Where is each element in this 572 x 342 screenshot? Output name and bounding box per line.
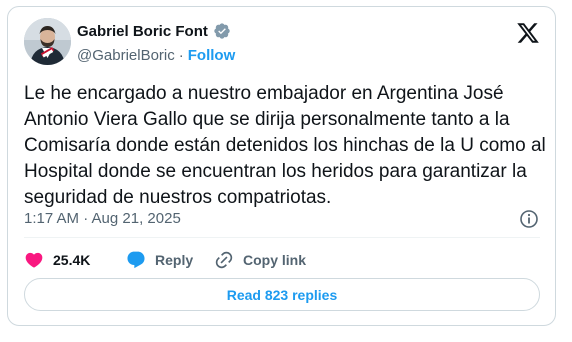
author-name-row: Gabriel Boric Font [77,22,231,40]
info-icon[interactable] [519,209,539,229]
read-replies-button[interactable]: Read 823 replies [24,278,540,311]
reply-button[interactable]: Reply [126,248,193,272]
author-name[interactable]: Gabriel Boric Font [77,23,208,40]
author-handle-row: @GabrielBoric · Follow [77,47,235,64]
follow-link[interactable]: Follow [188,47,236,64]
author-handle[interactable]: @GabrielBoric [77,47,175,64]
avatar[interactable] [24,18,71,65]
embedded-post-card: Gabriel Boric Font @GabrielBoric · Follow … [7,6,556,326]
post-timestamp[interactable]: 1:17 AM · Aug 21, 2025 [24,210,181,227]
link-icon [215,251,233,269]
divider [24,237,540,238]
verified-badge-icon [213,22,231,40]
post-text: Le he encargado a nuestro embajador en A… [24,83,546,208]
like-button[interactable]: 25.4K [24,248,90,272]
avatar-portrait-icon [24,18,71,65]
chat-bubble-icon [127,251,145,269]
copy-link-label: Copy link [243,252,307,268]
like-count: 25.4K [53,252,91,268]
reply-label: Reply [155,252,194,268]
copy-link-button[interactable]: Copy link [214,248,306,272]
separator-dot: · [178,47,184,64]
x-logo-icon[interactable] [516,21,540,45]
heart-icon [25,252,43,268]
